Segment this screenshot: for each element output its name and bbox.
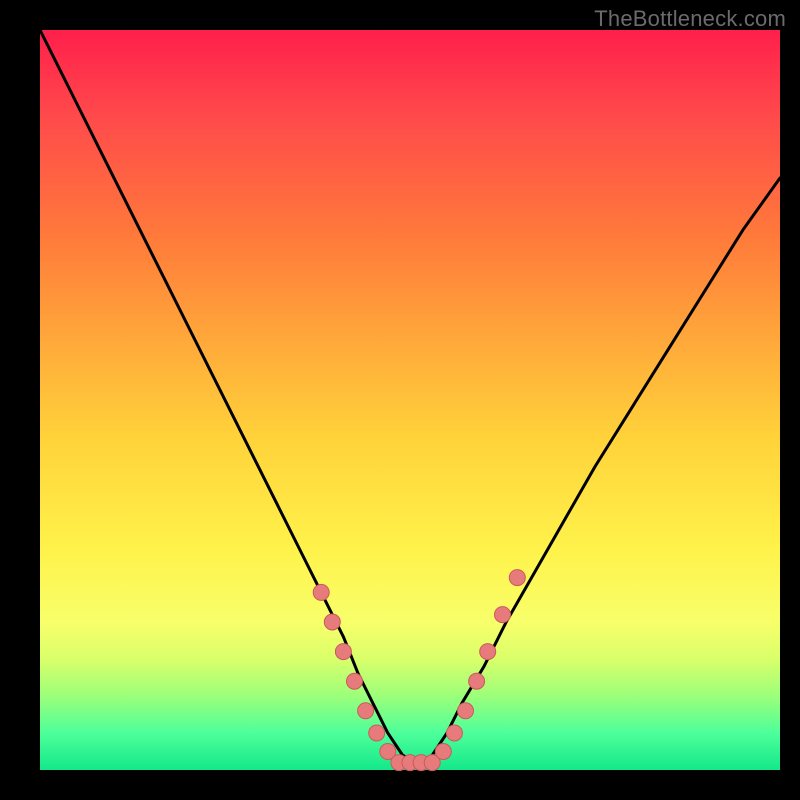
curve-marker <box>446 725 462 741</box>
curve-marker <box>469 673 485 689</box>
curve-markers <box>313 570 525 771</box>
curve-marker <box>458 703 474 719</box>
watermark-text: TheBottleneck.com <box>594 6 786 32</box>
plot-area <box>40 30 780 770</box>
curve-marker <box>324 614 340 630</box>
curve-layer <box>40 30 780 770</box>
curve-marker <box>495 607 511 623</box>
curve-marker <box>358 703 374 719</box>
curve-marker <box>509 570 525 586</box>
curve-marker <box>347 673 363 689</box>
curve-marker <box>480 644 496 660</box>
curve-marker <box>313 584 329 600</box>
curve-marker <box>369 725 385 741</box>
curve-marker <box>335 644 351 660</box>
chart-frame: TheBottleneck.com <box>0 0 800 800</box>
curve-marker <box>435 744 451 760</box>
bottleneck-curve <box>40 30 780 763</box>
